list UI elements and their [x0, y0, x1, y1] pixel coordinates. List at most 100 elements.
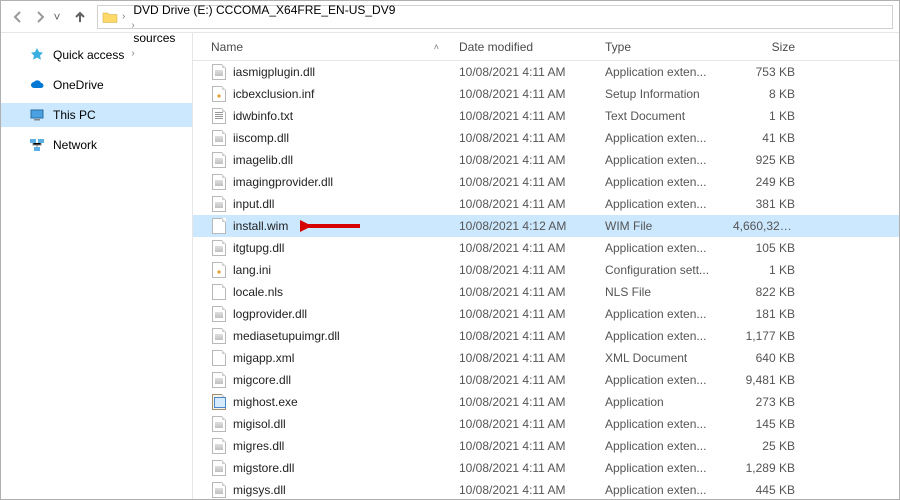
file-icon — [211, 306, 227, 322]
file-row[interactable]: migcore.dll10/08/2021 4:11 AMApplication… — [193, 369, 899, 391]
file-type: Application exten... — [595, 417, 723, 431]
file-row[interactable]: itgtupg.dll10/08/2021 4:11 AMApplication… — [193, 237, 899, 259]
file-type: Application exten... — [595, 197, 723, 211]
up-button[interactable] — [69, 6, 91, 28]
file-type: Configuration sett... — [595, 263, 723, 277]
file-type: Application exten... — [595, 439, 723, 453]
chevron-right-icon[interactable]: › — [129, 20, 136, 31]
file-row[interactable]: migsys.dll10/08/2021 4:11 AMApplication … — [193, 479, 899, 499]
file-name: migapp.xml — [233, 351, 294, 365]
file-type: XML Document — [595, 351, 723, 365]
file-row[interactable]: lang.ini10/08/2021 4:11 AMConfiguration … — [193, 259, 899, 281]
file-row[interactable]: migres.dll10/08/2021 4:11 AMApplication … — [193, 435, 899, 457]
column-type[interactable]: Type — [595, 33, 723, 60]
file-row[interactable]: migisol.dll10/08/2021 4:11 AMApplication… — [193, 413, 899, 435]
file-type: Application exten... — [595, 483, 723, 497]
file-type: Application exten... — [595, 461, 723, 475]
file-row[interactable]: migstore.dll 10/08/2021 4:11 AMApplicatio… — [193, 457, 899, 479]
file-size: 1,177 KB — [723, 329, 805, 343]
file-size: 41 KB — [723, 131, 805, 145]
file-name: migcore.dll — [233, 373, 291, 387]
file-row[interactable]: migapp.xml 10/08/2021 4:11 AMXML Document… — [193, 347, 899, 369]
file-size: 640 KB — [723, 351, 805, 365]
file-icon — [211, 218, 227, 234]
file-size: 145 KB — [723, 417, 805, 431]
file-icon — [211, 328, 227, 344]
file-icon — [211, 460, 227, 476]
file-date: 10/08/2021 4:11 AM — [449, 175, 595, 189]
file-size: 8 KB — [723, 87, 805, 101]
file-row[interactable]: input.dll10/08/2021 4:11 AMApplication e… — [193, 193, 899, 215]
file-size: 445 KB — [723, 483, 805, 497]
file-name: migstore.dll — [233, 461, 294, 475]
column-name[interactable]: Name˄ — [193, 33, 449, 60]
file-date: 10/08/2021 4:12 AM — [449, 219, 595, 233]
file-row[interactable]: iiscomp.dll10/08/2021 4:11 AMApplication… — [193, 127, 899, 149]
file-name: imagingprovider.dll — [233, 175, 333, 189]
file-row[interactable]: icbexclusion.inf10/08/2021 4:11 AMSetup … — [193, 83, 899, 105]
file-row[interactable]: install.wim10/08/2021 4:12 AMWIM File4,6… — [193, 215, 899, 237]
column-date[interactable]: Date modified — [449, 33, 595, 60]
file-date: 10/08/2021 4:11 AM — [449, 329, 595, 343]
sidebar-item-onedrive[interactable]: OneDrive — [1, 73, 192, 97]
navigation-pane: Quick access OneDrive This PC Network — [1, 33, 193, 499]
file-size: 1,289 KB — [723, 461, 805, 475]
sidebar-item-label: OneDrive — [53, 78, 104, 92]
file-row[interactable]: mighost.exe10/08/2021 4:11 AMApplication… — [193, 391, 899, 413]
file-name: idwbinfo.txt — [233, 109, 293, 123]
file-icon — [211, 350, 227, 366]
file-row[interactable]: locale.nls10/08/2021 4:11 AMNLS File822 … — [193, 281, 899, 303]
file-icon — [211, 108, 227, 124]
file-row[interactable]: imagingprovider.dll 10/08/2021 4:11 AMApp… — [193, 171, 899, 193]
file-size: 273 KB — [723, 395, 805, 409]
sidebar-item-this-pc[interactable]: This PC — [1, 103, 192, 127]
back-button[interactable] — [7, 6, 29, 28]
file-row[interactable]: mediasetupuimgr.dll10/08/2021 4:11 AMApp… — [193, 325, 899, 347]
file-date: 10/08/2021 4:11 AM — [449, 153, 595, 167]
forward-button[interactable] — [29, 6, 51, 28]
recent-locations-dropdown[interactable]: ˅ — [51, 10, 63, 24]
sidebar-item-quick-access[interactable]: Quick access — [1, 43, 192, 67]
file-row[interactable]: iasmigplugin.dll10/08/2021 4:11 AMApplic… — [193, 61, 899, 83]
file-row[interactable]: logprovider.dll10/08/2021 4:11 AMApplica… — [193, 303, 899, 325]
file-date: 10/08/2021 4:11 AM — [449, 263, 595, 277]
file-type: Application exten... — [595, 65, 723, 79]
file-type: Application — [595, 395, 723, 409]
file-date: 10/08/2021 4:11 AM — [449, 351, 595, 365]
file-type: Application exten... — [595, 175, 723, 189]
file-date: 10/08/2021 4:11 AM — [449, 109, 595, 123]
file-name: imagelib.dll — [233, 153, 293, 167]
address-field[interactable]: › This PC›DVD Drive (E:) CCCOMA_X64FRE_E… — [97, 5, 893, 29]
file-icon — [211, 152, 227, 168]
pc-icon — [29, 107, 45, 123]
file-name: migisol.dll — [233, 417, 286, 431]
file-icon — [211, 394, 227, 410]
file-icon — [211, 64, 227, 80]
file-type: Application exten... — [595, 131, 723, 145]
file-icon — [211, 438, 227, 454]
column-size[interactable]: Size — [723, 33, 805, 60]
file-date: 10/08/2021 4:11 AM — [449, 373, 595, 387]
sidebar-item-label: This PC — [53, 108, 96, 122]
file-name: mediasetupuimgr.dll — [233, 329, 340, 343]
breadcrumb-segment[interactable]: DVD Drive (E:) CCCOMA_X64FRE_EN-US_DV9 — [129, 3, 399, 17]
file-name: icbexclusion.inf — [233, 87, 314, 101]
file-type: Text Document — [595, 109, 723, 123]
file-list-pane: Name˄ Date modified Type Size iasmigplug… — [193, 33, 899, 499]
file-size: 181 KB — [723, 307, 805, 321]
file-name: install.wim — [233, 219, 288, 233]
file-row[interactable]: imagelib.dll10/08/2021 4:11 AMApplicatio… — [193, 149, 899, 171]
file-row[interactable]: idwbinfo.txt 10/08/2021 4:11 AMText Docum… — [193, 105, 899, 127]
file-size: 753 KB — [723, 65, 805, 79]
file-date: 10/08/2021 4:11 AM — [449, 461, 595, 475]
file-name: input.dll — [233, 197, 274, 211]
file-name: migres.dll — [233, 439, 284, 453]
file-size: 1 KB — [723, 109, 805, 123]
file-date: 10/08/2021 4:11 AM — [449, 241, 595, 255]
file-name: locale.nls — [233, 285, 283, 299]
sidebar-item-network[interactable]: Network — [1, 133, 192, 157]
file-icon — [211, 372, 227, 388]
file-date: 10/08/2021 4:11 AM — [449, 395, 595, 409]
file-icon — [211, 130, 227, 146]
chevron-right-icon[interactable]: › — [120, 11, 127, 22]
